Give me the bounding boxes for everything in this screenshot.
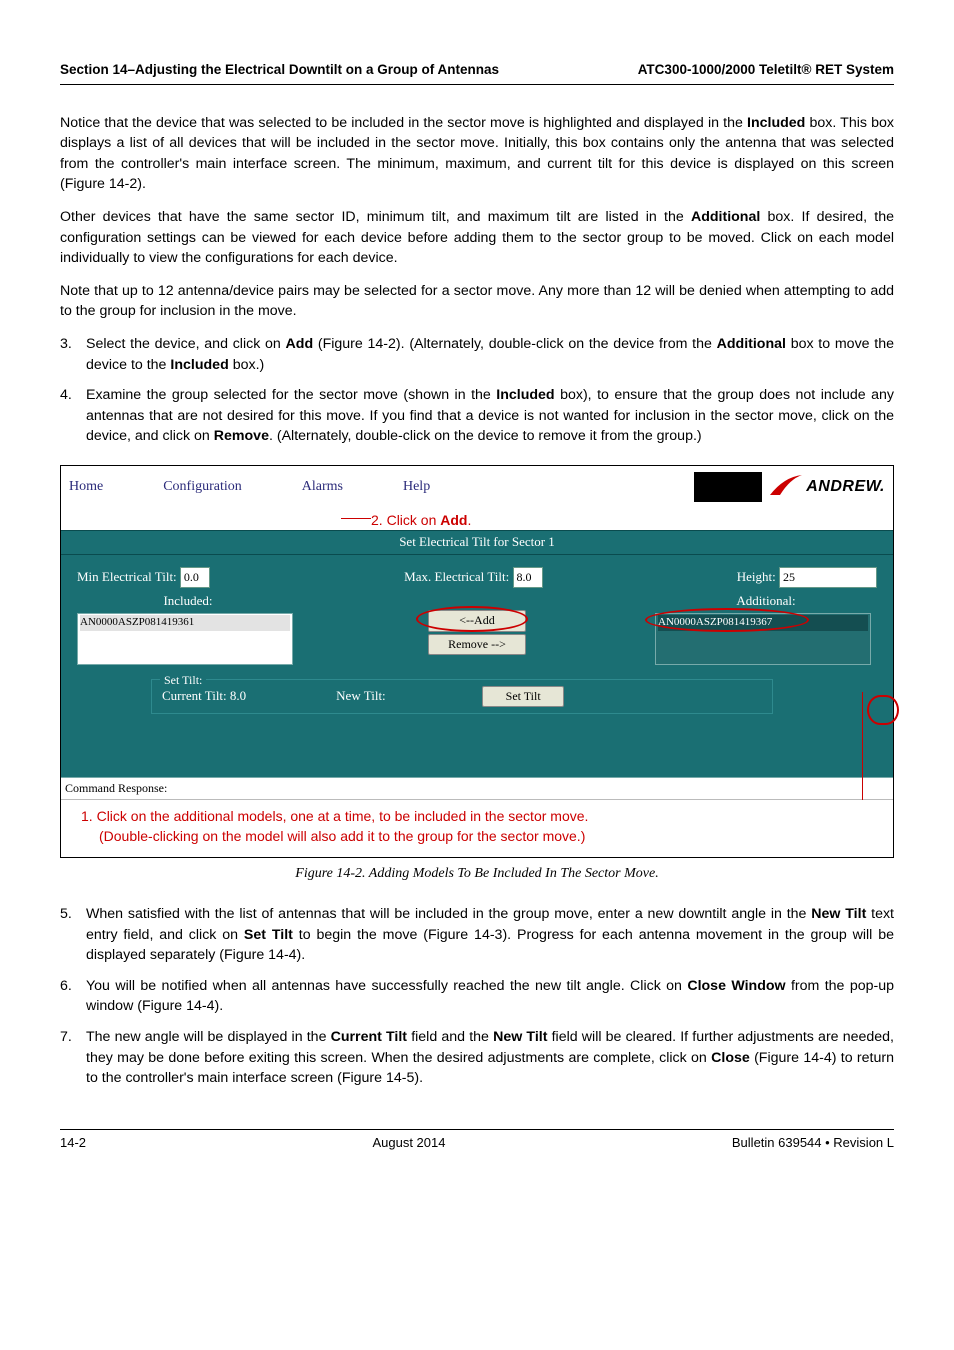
additional-label: Additional:: [655, 592, 877, 611]
step-4: 4. Examine the group selected for the se…: [60, 385, 894, 447]
tilt-panel: Min Electrical Tilt: 0.0 Max. Electrical…: [61, 555, 893, 777]
included-listbox[interactable]: AN0000ASZP081419361: [77, 613, 293, 665]
header-left: Section 14–Adjusting the Electrical Down…: [60, 60, 499, 80]
height-value[interactable]: 25: [779, 567, 877, 588]
add-button[interactable]: <--Add: [428, 610, 526, 631]
min-tilt-label: Min Electrical Tilt:: [77, 569, 180, 584]
set-tilt-legend: Set Tilt:: [160, 672, 206, 689]
menu-alarms[interactable]: Alarms: [302, 477, 343, 497]
min-tilt-value[interactable]: 0.0: [180, 567, 210, 588]
current-tilt-label: Current Tilt:: [162, 688, 230, 703]
menu-configuration[interactable]: Configuration: [163, 477, 242, 497]
callout-2: 2. Click on Add.: [371, 510, 471, 530]
menu-help[interactable]: Help: [403, 477, 430, 497]
step-7: 7. The new angle will be displayed in th…: [60, 1027, 894, 1089]
new-tilt-label: New Tilt:: [336, 688, 386, 703]
header-right: ATC300-1000/2000 Teletilt® RET System: [638, 60, 894, 80]
command-response-label: Command Response:: [61, 777, 893, 799]
paragraph-1: Notice that the device that was selected…: [60, 113, 894, 195]
logo-black-box: [694, 472, 762, 502]
figure-caption: Figure 14-2. Adding Models To Be Include…: [60, 864, 894, 884]
max-tilt-label: Max. Electrical Tilt:: [404, 569, 512, 584]
page-header: Section 14–Adjusting the Electrical Down…: [60, 60, 894, 85]
included-item[interactable]: AN0000ASZP081419361: [80, 615, 290, 631]
step-3: 3. Select the device, and click on Add (…: [60, 334, 894, 375]
height-label: Height:: [737, 569, 779, 584]
paragraph-2: Other devices that have the same sector …: [60, 207, 894, 269]
footer-date: August 2014: [372, 1134, 445, 1153]
panel-title: Set Electrical Tilt for Sector 1: [61, 530, 893, 555]
included-label: Included:: [77, 592, 299, 611]
remove-button[interactable]: Remove -->: [428, 634, 526, 655]
logo-text: ANDREW.: [806, 475, 885, 498]
page-footer: 14-2 August 2014 Bulletin 639544 • Revis…: [60, 1129, 894, 1153]
max-tilt-value[interactable]: 8.0: [513, 567, 543, 588]
max-tilt-group: Max. Electrical Tilt: 8.0: [404, 567, 542, 588]
steps-list-bottom: 5. When satisfied with the list of anten…: [60, 904, 894, 1089]
step-5: 5. When satisfied with the list of anten…: [60, 904, 894, 966]
brand-logo: ANDREW.: [694, 470, 885, 504]
set-tilt-button[interactable]: Set Tilt: [482, 686, 564, 707]
new-tilt-input[interactable]: [389, 688, 392, 703]
height-group: Height: 25: [737, 567, 877, 588]
highlight-right-icon: [867, 695, 899, 725]
current-tilt-value[interactable]: 8.0: [230, 688, 246, 703]
step-6: 6. You will be notified when all antenna…: [60, 976, 894, 1017]
figure-14-2: Home Configuration Alarms Help ANDREW. 2…: [60, 465, 894, 858]
app-menubar: Home Configuration Alarms Help ANDREW.: [61, 466, 893, 508]
callout-1: 1. Click on the additional models, one a…: [61, 799, 893, 857]
additional-item[interactable]: AN0000ASZP081419367: [658, 615, 868, 631]
menu-home[interactable]: Home: [69, 477, 103, 497]
additional-listbox[interactable]: AN0000ASZP081419367: [655, 613, 871, 665]
paragraph-3: Note that up to 12 antenna/device pairs …: [60, 281, 894, 322]
footer-bulletin: Bulletin 639544 • Revision L: [732, 1134, 894, 1153]
footer-page: 14-2: [60, 1134, 86, 1153]
andrew-swoosh-icon: [768, 473, 804, 501]
steps-list-top: 3. Select the device, and click on Add (…: [60, 334, 894, 447]
min-tilt-group: Min Electrical Tilt: 0.0: [77, 567, 210, 588]
set-tilt-group: Set Tilt: Current Tilt: 8.0 New Tilt: Se…: [151, 679, 773, 714]
